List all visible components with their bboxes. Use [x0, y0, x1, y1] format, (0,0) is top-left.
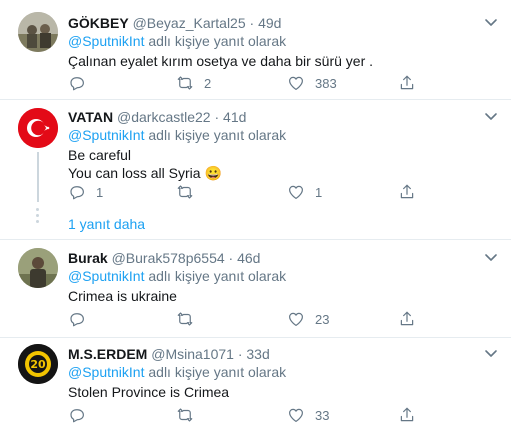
user-name[interactable]: VATAN: [68, 109, 113, 125]
timestamp[interactable]: 49d: [258, 15, 281, 31]
user-name[interactable]: Burak: [68, 250, 108, 266]
retweet-icon: [177, 76, 193, 90]
like-button[interactable]: 383: [287, 73, 337, 93]
reply-suffix: adlı kişiye yanıt olarak: [148, 33, 287, 49]
separator: ·: [214, 109, 220, 125]
tweet-2[interactable]: VATAN @darkcastle22 · 41d @SputnikInt ad…: [0, 100, 511, 240]
retweet-icon: [177, 185, 193, 199]
user-handle[interactable]: @Beyaz_Kartal25: [133, 15, 246, 31]
reply-context: @SputnikInt adlı kişiye yanıt olarak: [68, 32, 286, 50]
reply-icon: [70, 186, 84, 200]
tweet-text-line: Çalınan eyalet kırım osetya ve daha bir …: [68, 53, 374, 69]
share-icon: [400, 407, 414, 422]
reply-context: @SputnikInt adlı kişiye yanıt olarak: [68, 126, 286, 144]
timestamp[interactable]: 33d: [246, 346, 269, 362]
retweet-count: 2: [204, 75, 212, 91]
avatar[interactable]: [18, 108, 58, 148]
reply-to-link[interactable]: @SputnikInt: [68, 268, 144, 284]
tweet-text-line: Stolen Province is Crimea: [68, 384, 230, 400]
retweet-button[interactable]: [176, 182, 204, 202]
tweet-text-line: You can loss all Syria 😀: [68, 165, 222, 181]
tweet-header: VATAN @darkcastle22 · 41d: [68, 108, 246, 126]
reply-to-link[interactable]: @SputnikInt: [68, 33, 144, 49]
reply-button[interactable]: [68, 405, 96, 425]
like-button[interactable]: 33: [287, 405, 329, 425]
user-name[interactable]: M.S.ERDEM: [68, 346, 147, 362]
user-handle[interactable]: @Msina1071: [151, 346, 234, 362]
svg-text:20: 20: [30, 358, 46, 371]
share-button[interactable]: [398, 309, 416, 329]
user-handle[interactable]: @darkcastle22: [117, 109, 211, 125]
like-count: 23: [315, 311, 330, 327]
avatar[interactable]: [18, 248, 58, 288]
share-button[interactable]: [398, 405, 416, 425]
thread-line: [37, 152, 39, 202]
thread-dots: [36, 208, 40, 226]
tweet-text-line: Be careful: [68, 147, 132, 163]
heart-icon: [289, 185, 303, 199]
separator: ·: [237, 346, 243, 362]
reply-context: @SputnikInt adlı kişiye yanıt olarak: [68, 267, 286, 285]
reply-suffix: adlı kişiye yanıt olarak: [148, 127, 287, 143]
chevron-down-icon[interactable]: [483, 108, 499, 124]
retweet-icon: [177, 408, 193, 422]
share-icon: [400, 75, 414, 90]
share-button[interactable]: [398, 73, 416, 93]
reply-button[interactable]: [68, 73, 96, 93]
reply-context: @SputnikInt adlı kişiye yanıt olarak: [68, 363, 286, 381]
reply-icon: [70, 409, 84, 423]
like-button[interactable]: 1: [287, 182, 322, 202]
timestamp[interactable]: 46d: [237, 250, 260, 266]
separator: ·: [249, 15, 255, 31]
reply-suffix: adlı kişiye yanıt olarak: [148, 364, 287, 380]
chevron-down-icon[interactable]: [483, 249, 499, 265]
retweet-button[interactable]: [176, 309, 204, 329]
tweet-text: Crimea is ukraine: [68, 287, 177, 305]
tweet-3[interactable]: Burak @Burak578p6554 · 46d @SputnikInt a…: [0, 240, 511, 338]
tweet-actions: 23: [62, 309, 422, 329]
tweet-header: GÖKBEY @Beyaz_Kartal25 · 49d: [68, 14, 281, 32]
like-button[interactable]: 23: [287, 309, 329, 329]
share-icon: [400, 311, 414, 326]
reply-count: 1: [96, 184, 104, 200]
tweet-text: Stolen Province is Crimea: [68, 383, 229, 401]
like-count: 33: [315, 407, 330, 423]
reply-icon: [70, 77, 84, 91]
retweet-button[interactable]: [176, 405, 204, 425]
tweet-header: M.S.ERDEM @Msina1071 · 33d: [68, 345, 270, 363]
reply-to-link[interactable]: @SputnikInt: [68, 127, 144, 143]
tweet-actions: 2 383: [62, 73, 422, 93]
chevron-down-icon[interactable]: [483, 14, 499, 30]
heart-icon: [289, 408, 303, 422]
reply-icon: [70, 313, 84, 327]
retweet-icon: [177, 312, 193, 326]
user-handle[interactable]: @Burak578p6554: [112, 250, 225, 266]
heart-icon: [289, 312, 303, 326]
chevron-down-icon[interactable]: [483, 345, 499, 361]
reply-suffix: adlı kişiye yanıt olarak: [148, 268, 287, 284]
reply-to-link[interactable]: @SputnikInt: [68, 364, 144, 380]
share-icon: [400, 184, 414, 199]
reply-button[interactable]: 1: [68, 182, 103, 202]
tweet-text-line: Crimea is ukraine: [68, 288, 177, 304]
reply-button[interactable]: [68, 309, 96, 329]
tweet-header: Burak @Burak578p6554 · 46d: [68, 249, 260, 267]
avatar[interactable]: 20: [18, 344, 58, 384]
tweet-actions: 33: [62, 405, 422, 425]
tweet-actions: 1 1: [62, 182, 422, 202]
share-button[interactable]: [398, 182, 416, 202]
timestamp[interactable]: 41d: [223, 109, 246, 125]
user-name[interactable]: GÖKBEY: [68, 15, 129, 31]
tweet-text: Çalınan eyalet kırım osetya ve daha bir …: [68, 52, 373, 70]
tweet-4[interactable]: 20 M.S.ERDEM @Msina1071 · 33d @SputnikIn…: [0, 338, 511, 440]
tweet-text: Be careful You can loss all Syria 😀: [68, 146, 222, 182]
separator: ·: [228, 250, 234, 266]
like-count: 383: [315, 75, 337, 91]
tweet-1[interactable]: GÖKBEY @Beyaz_Kartal25 · 49d @SputnikInt…: [0, 0, 511, 100]
heart-icon: [289, 76, 303, 90]
show-more-replies-link[interactable]: 1 yanıt daha: [68, 215, 145, 233]
avatar[interactable]: [18, 12, 58, 52]
retweet-button[interactable]: 2: [176, 73, 211, 93]
like-count: 1: [315, 184, 323, 200]
